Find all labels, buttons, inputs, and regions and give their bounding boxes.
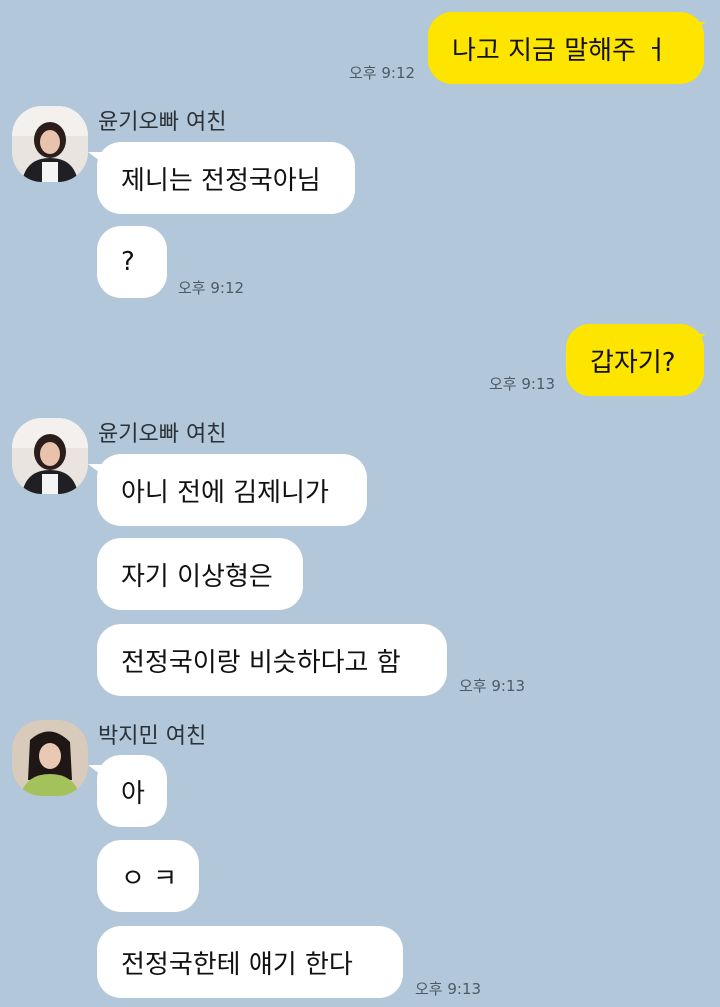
- sender-name: 윤기오빠 여친: [98, 422, 227, 447]
- avatar[interactable]: [12, 720, 88, 796]
- incoming-message-bubble[interactable]: ?: [97, 226, 167, 298]
- incoming-message-bubble[interactable]: 아니 전에 김제니가: [97, 454, 367, 526]
- incoming-message-bubble[interactable]: 자기 이상형은: [97, 538, 303, 610]
- bubble-tail: [690, 22, 706, 34]
- outgoing-message-bubble[interactable]: 나고 지금 말해주 ㅓ: [428, 12, 704, 84]
- sender-name: 윤기오빠 여친: [98, 110, 227, 135]
- incoming-message-bubble[interactable]: 전정국이랑 비슷하다고 함: [97, 624, 447, 696]
- incoming-message-bubble[interactable]: ㅇ ㅋ: [97, 840, 199, 912]
- bubble-tail: [690, 334, 706, 346]
- profile-photo: [12, 720, 88, 796]
- message-timestamp: 오후 9:12: [349, 64, 416, 82]
- message-timestamp: 오후 9:12: [178, 279, 245, 297]
- incoming-message-bubble[interactable]: 제니는 전정국아님: [97, 142, 355, 214]
- incoming-message-bubble[interactable]: 전정국한테 얘기 한다: [97, 926, 403, 998]
- profile-photo: [12, 106, 88, 182]
- message-timestamp: 오후 9:13: [415, 980, 482, 998]
- message-timestamp: 오후 9:13: [459, 677, 526, 695]
- avatar[interactable]: [12, 106, 88, 182]
- profile-photo: [12, 418, 88, 494]
- sender-name: 박지민 여친: [98, 724, 207, 749]
- avatar[interactable]: [12, 418, 88, 494]
- outgoing-message-bubble[interactable]: 갑자기?: [566, 324, 704, 396]
- message-timestamp: 오후 9:13: [489, 375, 556, 393]
- incoming-message-bubble[interactable]: 아: [97, 755, 167, 827]
